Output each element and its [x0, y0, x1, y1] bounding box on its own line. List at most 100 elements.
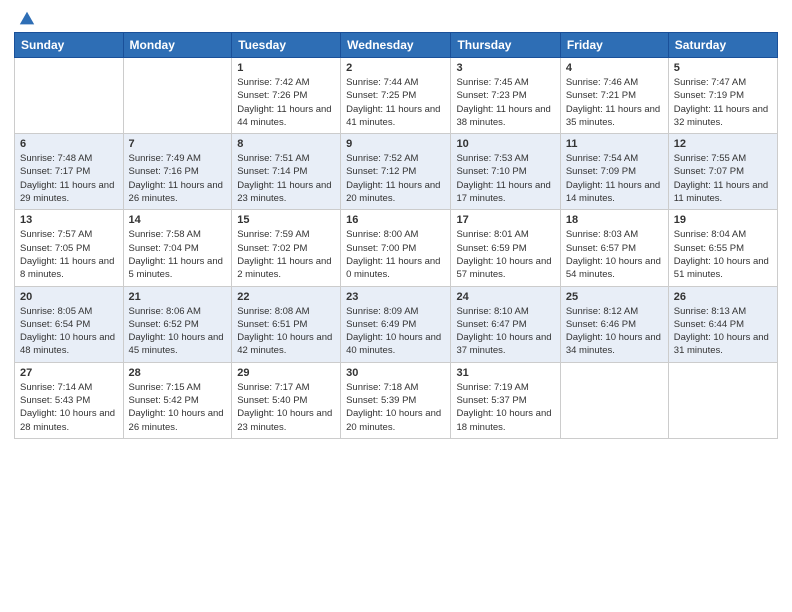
- day-info: Sunrise: 7:19 AMSunset: 5:37 PMDaylight:…: [456, 381, 554, 434]
- day-number: 29: [237, 367, 335, 379]
- logo-icon: [18, 10, 36, 28]
- day-number: 20: [20, 291, 118, 303]
- day-number: 21: [129, 291, 227, 303]
- day-number: 15: [237, 214, 335, 226]
- day-number: 30: [346, 367, 445, 379]
- calendar-cell: 24Sunrise: 8:10 AMSunset: 6:47 PMDayligh…: [451, 286, 560, 362]
- calendar-cell: 22 Sunrise: 8:08 AMSunset: 6:51 PMDayligh…: [232, 286, 341, 362]
- day-number: 16: [346, 214, 445, 226]
- logo: [14, 10, 36, 24]
- day-number: 14: [129, 214, 227, 226]
- calendar-cell: 3Sunrise: 7:45 AMSunset: 7:23 PMDaylight…: [451, 58, 560, 134]
- calendar-week-row: 20 Sunrise: 8:05 AMSunset: 6:54 PMDayligh…: [15, 286, 778, 362]
- calendar-cell: [668, 362, 777, 438]
- calendar-cell: 11 Sunrise: 7:54 AMSunset: 7:09 PMDayligh…: [560, 134, 668, 210]
- calendar-cell: 12Sunrise: 7:55 AMSunset: 7:07 PMDayligh…: [668, 134, 777, 210]
- day-info: Sunrise: 7:14 AMSunset: 5:43 PMDaylight:…: [20, 381, 118, 434]
- day-info: Sunrise: 8:04 AMSunset: 6:55 PMDaylight:…: [674, 228, 772, 281]
- calendar-cell: 14 Sunrise: 7:58 AMSunset: 7:04 PMDayligh…: [123, 210, 232, 286]
- day-number: 27: [20, 367, 118, 379]
- calendar-cell: 7 Sunrise: 7:49 AMSunset: 7:16 PMDaylight…: [123, 134, 232, 210]
- calendar-header-friday: Friday: [560, 33, 668, 58]
- calendar-cell: 10 Sunrise: 7:53 AMSunset: 7:10 PMDayligh…: [451, 134, 560, 210]
- calendar-cell: 5 Sunrise: 7:47 AMSunset: 7:19 PMDaylight…: [668, 58, 777, 134]
- calendar-header-monday: Monday: [123, 33, 232, 58]
- calendar-cell: 9Sunrise: 7:52 AMSunset: 7:12 PMDaylight…: [341, 134, 451, 210]
- calendar-cell: [15, 58, 124, 134]
- day-number: 23: [346, 291, 445, 303]
- day-number: 18: [566, 214, 663, 226]
- calendar-cell: 17 Sunrise: 8:01 AMSunset: 6:59 PMDayligh…: [451, 210, 560, 286]
- calendar-cell: [123, 58, 232, 134]
- calendar-cell: 27 Sunrise: 7:14 AMSunset: 5:43 PMDayligh…: [15, 362, 124, 438]
- day-info: Sunrise: 7:53 AMSunset: 7:10 PMDaylight:…: [456, 152, 554, 205]
- day-info: Sunrise: 7:57 AMSunset: 7:05 PMDaylight:…: [20, 228, 118, 281]
- day-number: 22: [237, 291, 335, 303]
- day-info: Sunrise: 7:58 AMSunset: 7:04 PMDaylight:…: [129, 228, 227, 281]
- day-info: Sunrise: 7:59 AMSunset: 7:02 PMDaylight:…: [237, 228, 335, 281]
- day-number: 26: [674, 291, 772, 303]
- calendar-table: SundayMondayTuesdayWednesdayThursdayFrid…: [14, 32, 778, 439]
- day-number: 31: [456, 367, 554, 379]
- calendar-header-wednesday: Wednesday: [341, 33, 451, 58]
- day-info: Sunrise: 7:18 AMSunset: 5:39 PMDaylight:…: [346, 381, 445, 434]
- day-number: 2: [346, 62, 445, 74]
- calendar-cell: 26 Sunrise: 8:13 AMSunset: 6:44 PMDayligh…: [668, 286, 777, 362]
- day-number: 5: [674, 62, 772, 74]
- day-number: 4: [566, 62, 663, 74]
- calendar-cell: 8 Sunrise: 7:51 AMSunset: 7:14 PMDaylight…: [232, 134, 341, 210]
- day-number: 10: [456, 138, 554, 150]
- day-number: 8: [237, 138, 335, 150]
- day-number: 17: [456, 214, 554, 226]
- day-info: Sunrise: 8:01 AMSunset: 6:59 PMDaylight:…: [456, 228, 554, 281]
- day-number: 3: [456, 62, 554, 74]
- calendar-header-saturday: Saturday: [668, 33, 777, 58]
- day-number: 11: [566, 138, 663, 150]
- day-info: Sunrise: 7:54 AMSunset: 7:09 PMDaylight:…: [566, 152, 663, 205]
- calendar-cell: 16 Sunrise: 8:00 AMSunset: 7:00 PMDayligh…: [341, 210, 451, 286]
- calendar-cell: 13 Sunrise: 7:57 AMSunset: 7:05 PMDayligh…: [15, 210, 124, 286]
- calendar-cell: 21 Sunrise: 8:06 AMSunset: 6:52 PMDayligh…: [123, 286, 232, 362]
- day-info: Sunrise: 7:52 AMSunset: 7:12 PMDaylight:…: [346, 152, 445, 205]
- day-info: Sunrise: 8:13 AMSunset: 6:44 PMDaylight:…: [674, 305, 772, 358]
- day-number: 6: [20, 138, 118, 150]
- day-info: Sunrise: 7:47 AMSunset: 7:19 PMDaylight:…: [674, 76, 772, 129]
- day-number: 28: [129, 367, 227, 379]
- calendar-cell: 23 Sunrise: 8:09 AMSunset: 6:49 PMDayligh…: [341, 286, 451, 362]
- calendar-header-row: SundayMondayTuesdayWednesdayThursdayFrid…: [15, 33, 778, 58]
- day-info: Sunrise: 8:00 AMSunset: 7:00 PMDaylight:…: [346, 228, 445, 281]
- day-info: Sunrise: 8:03 AMSunset: 6:57 PMDaylight:…: [566, 228, 663, 281]
- day-info: Sunrise: 7:55 AMSunset: 7:07 PMDaylight:…: [674, 152, 772, 205]
- day-info: Sunrise: 8:10 AMSunset: 6:47 PMDaylight:…: [456, 305, 554, 358]
- calendar-cell: 1Sunrise: 7:42 AMSunset: 7:26 PMDaylight…: [232, 58, 341, 134]
- calendar-cell: 29Sunrise: 7:17 AMSunset: 5:40 PMDayligh…: [232, 362, 341, 438]
- day-info: Sunrise: 7:49 AMSunset: 7:16 PMDaylight:…: [129, 152, 227, 205]
- day-info: Sunrise: 8:05 AMSunset: 6:54 PMDaylight:…: [20, 305, 118, 358]
- calendar-header-tuesday: Tuesday: [232, 33, 341, 58]
- calendar-cell: 30 Sunrise: 7:18 AMSunset: 5:39 PMDayligh…: [341, 362, 451, 438]
- header: [14, 10, 778, 24]
- calendar-cell: 6Sunrise: 7:48 AMSunset: 7:17 PMDaylight…: [15, 134, 124, 210]
- calendar-cell: [560, 362, 668, 438]
- calendar-cell: 28 Sunrise: 7:15 AMSunset: 5:42 PMDayligh…: [123, 362, 232, 438]
- calendar-cell: 25Sunrise: 8:12 AMSunset: 6:46 PMDayligh…: [560, 286, 668, 362]
- calendar-header-thursday: Thursday: [451, 33, 560, 58]
- calendar-cell: 4Sunrise: 7:46 AMSunset: 7:21 PMDaylight…: [560, 58, 668, 134]
- calendar-header-sunday: Sunday: [15, 33, 124, 58]
- day-number: 19: [674, 214, 772, 226]
- day-number: 7: [129, 138, 227, 150]
- day-info: Sunrise: 8:06 AMSunset: 6:52 PMDaylight:…: [129, 305, 227, 358]
- calendar-cell: 2Sunrise: 7:44 AMSunset: 7:25 PMDaylight…: [341, 58, 451, 134]
- calendar-cell: 20 Sunrise: 8:05 AMSunset: 6:54 PMDayligh…: [15, 286, 124, 362]
- calendar-week-row: 27 Sunrise: 7:14 AMSunset: 5:43 PMDayligh…: [15, 362, 778, 438]
- calendar-week-row: 6Sunrise: 7:48 AMSunset: 7:17 PMDaylight…: [15, 134, 778, 210]
- day-info: Sunrise: 7:15 AMSunset: 5:42 PMDaylight:…: [129, 381, 227, 434]
- day-number: 1: [237, 62, 335, 74]
- page-container: SundayMondayTuesdayWednesdayThursdayFrid…: [0, 0, 792, 449]
- calendar-cell: 19 Sunrise: 8:04 AMSunset: 6:55 PMDayligh…: [668, 210, 777, 286]
- calendar-cell: 15 Sunrise: 7:59 AMSunset: 7:02 PMDayligh…: [232, 210, 341, 286]
- day-info: Sunrise: 8:08 AMSunset: 6:51 PMDaylight:…: [237, 305, 335, 358]
- day-info: Sunrise: 7:51 AMSunset: 7:14 PMDaylight:…: [237, 152, 335, 205]
- day-number: 13: [20, 214, 118, 226]
- day-info: Sunrise: 8:09 AMSunset: 6:49 PMDaylight:…: [346, 305, 445, 358]
